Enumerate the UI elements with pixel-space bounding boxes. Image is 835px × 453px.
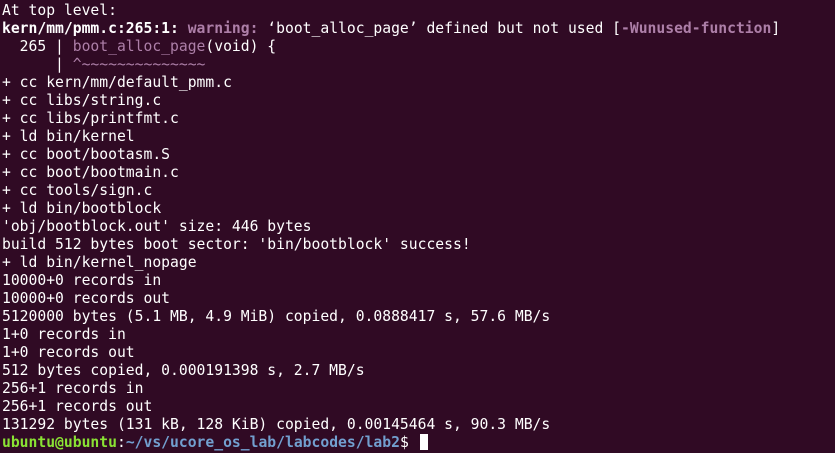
- code-line: 265 | boot_alloc_page(void) {: [2, 38, 835, 56]
- warning-label: warning:: [187, 20, 259, 37]
- output-line: + cc libs/string.c: [2, 92, 162, 109]
- warning-flag: -Wunused-function: [621, 20, 772, 37]
- code-rest: (void) {: [205, 38, 277, 55]
- output-line: + ld bin/bootblock: [2, 200, 162, 217]
- output-line: 256+1 records in: [2, 380, 144, 397]
- output-line: 'obj/bootblock.out' size: 446 bytes: [2, 218, 312, 235]
- prompt-colon: :: [116, 434, 126, 451]
- output-line: + ld bin/kernel: [2, 128, 135, 145]
- warning-line: kern/mm/pmm.c:265:1: warning: ‘boot_allo…: [2, 20, 835, 38]
- warning-header: At top level:: [2, 2, 117, 19]
- output-line: 1+0 records out: [2, 344, 135, 361]
- output-line: + cc boot/bootmain.c: [2, 164, 179, 181]
- prompt-path: ~/vs/ucore_os_lab/labcodes/lab2: [125, 434, 400, 451]
- caret-line: | ^~~~~~~~~~~~~~~: [2, 56, 835, 74]
- terminal-output[interactable]: At top level: kern/mm/pmm.c:265:1: warni…: [0, 0, 835, 453]
- caret-marker: ^~~~~~~~~~~~~~~: [72, 56, 206, 73]
- output-line: 1+0 records in: [2, 326, 126, 343]
- warning-close: ]: [771, 20, 781, 37]
- output-line: 10000+0 records out: [2, 290, 171, 307]
- output-line: 256+1 records out: [2, 398, 153, 415]
- output-line: 10000+0 records in: [2, 272, 162, 289]
- warning-message: ‘boot_alloc_page’ defined but not used [: [267, 20, 622, 37]
- output-line: 131292 bytes (131 kB, 128 KiB) copied, 0…: [2, 416, 551, 433]
- output-line: + cc boot/bootasm.S: [2, 146, 171, 163]
- prompt-user-host: ubuntu@ubuntu: [2, 434, 117, 451]
- text-cursor: [419, 434, 428, 450]
- code-function: boot_alloc_page: [72, 38, 206, 55]
- output-line: 5120000 bytes (5.1 MB, 4.9 MiB) copied, …: [2, 308, 551, 325]
- output-line: + ld bin/kernel_nopage: [2, 254, 197, 271]
- output-line: 512 bytes copied, 0.000191398 s, 2.7 MB/…: [2, 362, 365, 379]
- code-prefix: 265 |: [2, 38, 73, 55]
- output-line: build 512 bytes boot sector: 'bin/bootbl…: [2, 236, 471, 253]
- output-line: + cc kern/mm/default_pmm.c: [2, 74, 232, 91]
- output-line: + cc tools/sign.c: [2, 182, 153, 199]
- shell-prompt[interactable]: ubuntu@ubuntu:~/vs/ucore_os_lab/labcodes…: [2, 434, 835, 452]
- warning-location: kern/mm/pmm.c:265:1:: [2, 20, 179, 37]
- caret-prefix: |: [2, 56, 73, 73]
- output-line: + cc libs/printfmt.c: [2, 110, 179, 127]
- prompt-symbol: $: [399, 434, 418, 451]
